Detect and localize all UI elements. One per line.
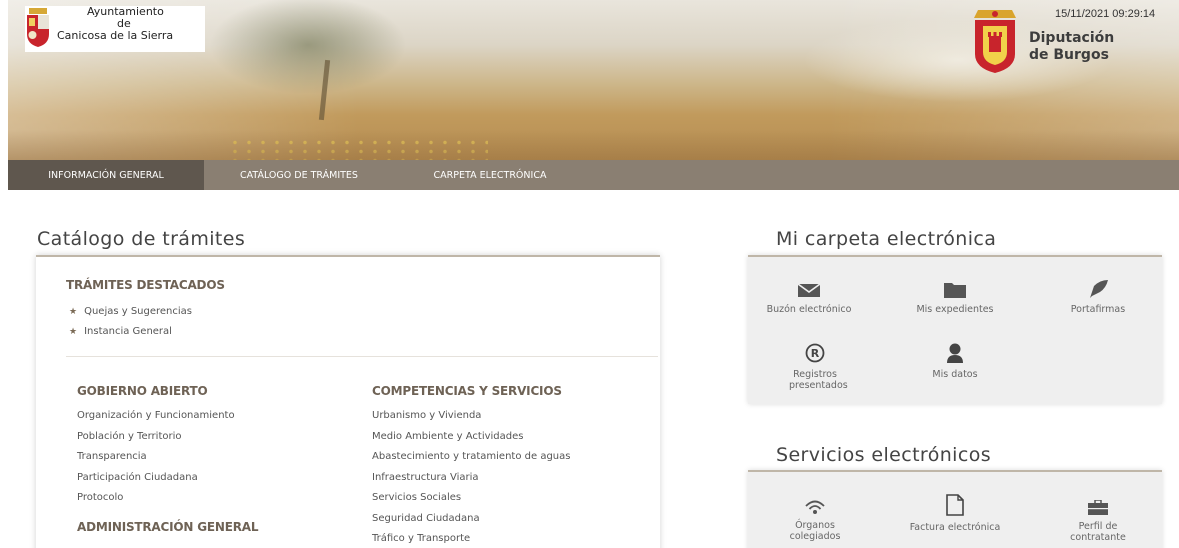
list-item-participacion[interactable]: Participación Ciudadana xyxy=(77,472,235,493)
list-item-transparencia[interactable]: Transparencia xyxy=(77,451,235,472)
banner-grass xyxy=(8,130,1179,160)
tile-mis-datos[interactable]: Mis datos xyxy=(895,343,1015,380)
svg-text:R: R xyxy=(811,347,820,360)
administracion-heading[interactable]: ADMINISTRACIÓN GENERAL xyxy=(77,520,258,534)
servicios-title: Servicios electrónicos xyxy=(776,444,992,466)
municipality-name: Ayuntamiento de Canicosa de la Sierra xyxy=(57,6,205,42)
list-item-organizacion[interactable]: Organización y Funcionamiento xyxy=(77,410,235,431)
tile-label: Mis datos xyxy=(932,369,978,380)
province-name: Diputación de Burgos xyxy=(1029,30,1114,64)
star-icon: ★ xyxy=(69,327,78,337)
municipality-shield-icon xyxy=(27,8,49,47)
carpeta-title: Mi carpeta electrónica xyxy=(776,228,997,250)
tile-label: Órganos colegiados xyxy=(789,520,841,542)
municipality-line-3: Canicosa de la Sierra xyxy=(57,29,174,42)
municipality-line-1: Ayuntamiento xyxy=(87,5,164,18)
featured-item-label: Quejas y Sugerencias xyxy=(84,306,193,317)
competencias-heading[interactable]: COMPETENCIAS Y SERVICIOS xyxy=(372,384,562,398)
feather-pen-icon xyxy=(1090,280,1108,298)
province-shield-icon xyxy=(974,10,1016,73)
tile-registros[interactable]: R Registros presentados xyxy=(785,343,848,391)
servicios-panel: Órganos colegiados Factura electrónica P… xyxy=(748,470,1162,548)
tab-informacion-general[interactable]: INFORMACIÓN GENERAL xyxy=(8,160,204,190)
catalog-title: Catálogo de trámites xyxy=(37,228,246,250)
list-item-trafico[interactable]: Tráfico y Transporte xyxy=(372,533,570,548)
gobierno-list: Organización y Funcionamiento Población … xyxy=(77,410,235,513)
briefcase-icon xyxy=(1088,500,1108,515)
tile-organos[interactable]: Órganos colegiados xyxy=(785,498,845,542)
province-line-2: de Burgos xyxy=(1029,47,1109,63)
tile-label: Mis expedientes xyxy=(916,304,994,315)
tile-portafirmas[interactable]: Portafirmas xyxy=(1038,280,1158,315)
list-item-medio-ambiente[interactable]: Medio Ambiente y Actividades xyxy=(372,431,570,452)
tile-label: Registros presentados xyxy=(789,369,848,391)
folder-icon xyxy=(944,283,966,298)
registered-icon: R xyxy=(805,343,825,363)
tile-label: Perfil de contratante xyxy=(1070,521,1126,543)
municipality-logo[interactable]: Ayuntamiento de Canicosa de la Sierra xyxy=(25,6,205,52)
star-icon: ★ xyxy=(69,307,78,317)
tile-label: Portafirmas xyxy=(1070,304,1126,315)
current-datetime: 15/11/2021 09:29:14 xyxy=(1055,8,1156,20)
catalog-divider xyxy=(66,356,658,357)
tile-factura[interactable]: Factura electrónica xyxy=(895,494,1015,533)
carpeta-panel: Buzón electrónico Mis expedientes Portaf… xyxy=(748,255,1162,404)
tab-catalogo-tramites[interactable]: CATÁLOGO DE TRÁMITES xyxy=(204,160,394,190)
tile-expedientes[interactable]: Mis expedientes xyxy=(895,282,1015,315)
featured-item-label: Instancia General xyxy=(84,326,172,337)
list-item-urbanismo[interactable]: Urbanismo y Vivienda xyxy=(372,410,570,431)
list-item-poblacion[interactable]: Población y Territorio xyxy=(77,431,235,452)
province-line-1: Diputación xyxy=(1029,30,1115,46)
catalog-panel: TRÁMITES DESTACADOS ★ Quejas y Sugerencia… xyxy=(36,255,660,548)
featured-heading: TRÁMITES DESTACADOS xyxy=(66,278,225,292)
tile-label: Factura electrónica xyxy=(909,522,1001,533)
main-navigation: INFORMACIÓN GENERAL CATÁLOGO DE TRÁMITES… xyxy=(8,160,1179,190)
user-icon xyxy=(947,343,963,363)
competencias-list: Urbanismo y Vivienda Medio Ambiente y Ac… xyxy=(372,410,570,548)
list-item-servicios-sociales[interactable]: Servicios Sociales xyxy=(372,492,570,513)
list-item-protocolo[interactable]: Protocolo xyxy=(77,492,235,513)
featured-item-quejas[interactable]: ★ Quejas y Sugerencias xyxy=(69,306,192,317)
list-item-abastecimiento[interactable]: Abastecimiento y tratamiento de aguas xyxy=(372,451,570,472)
tile-perfil[interactable]: Perfil de contratante xyxy=(1068,500,1128,543)
envelope-icon xyxy=(798,283,820,297)
tab-carpeta-electronica[interactable]: CARPETA ELECTRÓNICA xyxy=(394,160,586,190)
wifi-icon xyxy=(805,500,825,514)
tile-buzon[interactable]: Buzón electrónico xyxy=(749,282,869,315)
featured-item-instancia[interactable]: ★ Instancia General xyxy=(69,326,172,337)
gobierno-heading[interactable]: GOBIERNO ABIERTO xyxy=(77,384,208,398)
list-item-seguridad[interactable]: Seguridad Ciudadana xyxy=(372,513,570,534)
list-item-infraestructura[interactable]: Infraestructura Viaria xyxy=(372,472,570,493)
document-icon xyxy=(946,494,964,516)
tile-label: Buzón electrónico xyxy=(766,304,852,315)
